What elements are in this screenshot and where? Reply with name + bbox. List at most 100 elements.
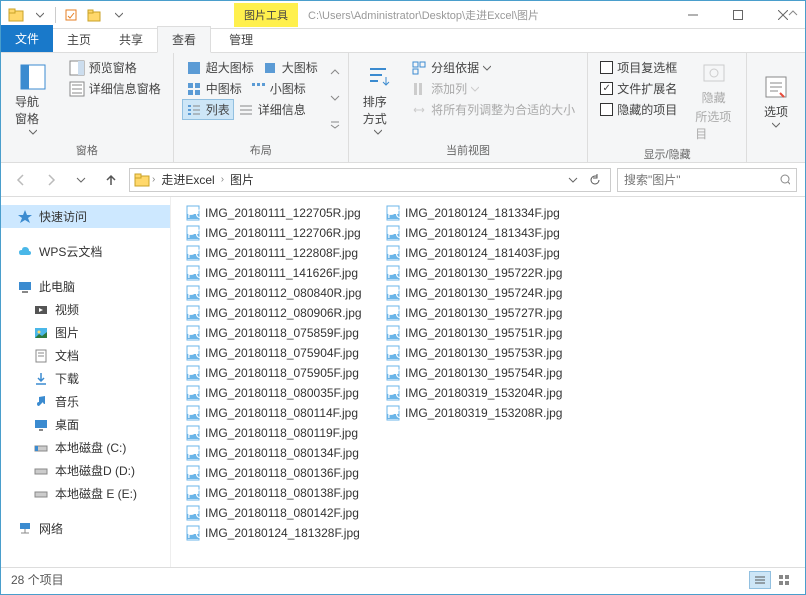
file-item[interactable]: JPGIMG_20180111_122706R.jpg — [181, 223, 381, 243]
file-list-pane[interactable]: JPGIMG_20180111_122705R.jpgJPGIMG_201801… — [171, 197, 805, 567]
file-item[interactable]: JPGIMG_20180118_080134F.jpg — [181, 443, 381, 463]
file-item[interactable]: JPGIMG_20180118_080136F.jpg — [181, 463, 381, 483]
details-view-button[interactable]: 详细信息 — [234, 99, 310, 120]
group-by-button[interactable]: 分组依据 — [407, 57, 579, 78]
svg-text:JPG: JPG — [385, 367, 401, 381]
nav-videos[interactable]: 视频 — [1, 298, 170, 321]
qat-dropdown-icon[interactable] — [29, 4, 51, 26]
file-item[interactable]: JPGIMG_20180130_195722R.jpg — [381, 263, 581, 283]
file-item[interactable]: JPGIMG_20180118_075859F.jpg — [181, 323, 381, 343]
tab-home[interactable]: 主页 — [53, 27, 105, 52]
file-item[interactable]: JPGIMG_20180124_181328F.jpg — [181, 523, 381, 543]
file-item[interactable]: JPGIMG_20180118_075904F.jpg — [181, 343, 381, 363]
file-item[interactable]: JPGIMG_20180130_195754R.jpg — [381, 363, 581, 383]
jpg-file-icon: JPG — [185, 305, 201, 321]
file-item[interactable]: JPGIMG_20180130_195753R.jpg — [381, 343, 581, 363]
file-item[interactable]: JPGIMG_20180319_153208R.jpg — [381, 403, 581, 423]
maximize-button[interactable] — [715, 1, 760, 29]
breadcrumb-segment[interactable]: 走进Excel — [157, 169, 218, 190]
nav-music[interactable]: 音乐 — [1, 390, 170, 413]
view-mode-buttons — [749, 571, 795, 589]
file-item[interactable]: JPGIMG_20180118_075905F.jpg — [181, 363, 381, 383]
file-name-label: IMG_20180130_195722R.jpg — [405, 266, 562, 280]
search-input[interactable] — [624, 173, 779, 187]
jpg-file-icon: JPG — [385, 325, 401, 341]
extra-large-icons-button[interactable]: 超大图标 — [182, 57, 258, 78]
nav-downloads[interactable]: 下载 — [1, 367, 170, 390]
nav-desktop[interactable]: 桌面 — [1, 413, 170, 436]
nav-network[interactable]: 网络 — [1, 517, 170, 540]
breadcrumb-dropdown-icon[interactable] — [564, 173, 582, 187]
large-icons-button[interactable]: 大图标 — [258, 57, 322, 78]
file-extensions-toggle[interactable]: ✓文件扩展名 — [596, 78, 681, 99]
ribbon-collapse-icon[interactable] — [787, 7, 799, 19]
file-item[interactable]: JPGIMG_20180112_080840R.jpg — [181, 283, 381, 303]
folder-icon[interactable] — [5, 4, 27, 26]
file-item[interactable]: JPGIMG_20180130_195751R.jpg — [381, 323, 581, 343]
options-button[interactable]: 选项 — [755, 57, 797, 144]
scroll-down-icon[interactable] — [330, 94, 340, 102]
drive-icon — [33, 486, 49, 502]
file-item[interactable]: JPGIMG_20180118_080035F.jpg — [181, 383, 381, 403]
thumbnails-view-toggle[interactable] — [773, 571, 795, 589]
medium-icons-button[interactable]: 中图标 — [182, 78, 246, 99]
file-item[interactable]: JPGIMG_20180130_195724R.jpg — [381, 283, 581, 303]
file-item[interactable]: JPGIMG_20180118_080142F.jpg — [181, 503, 381, 523]
nav-drive-c[interactable]: 本地磁盘 (C:) — [1, 436, 170, 459]
tab-file[interactable]: 文件 — [1, 25, 53, 52]
file-item[interactable]: JPGIMG_20180130_195727R.jpg — [381, 303, 581, 323]
file-item[interactable]: JPGIMG_20180111_141626F.jpg — [181, 263, 381, 283]
recent-locations-button[interactable] — [69, 168, 93, 192]
details-pane-button[interactable]: 详细信息窗格 — [65, 78, 165, 99]
expand-icon[interactable] — [330, 121, 340, 129]
details-view-toggle[interactable] — [749, 571, 771, 589]
scroll-up-icon[interactable] — [330, 68, 340, 76]
item-checkboxes-toggle[interactable]: 项目复选框 — [596, 57, 681, 78]
hidden-items-toggle[interactable]: 隐藏的项目 — [596, 99, 681, 120]
file-item[interactable]: JPGIMG_20180124_181403F.jpg — [381, 243, 581, 263]
tab-share[interactable]: 共享 — [105, 27, 157, 52]
file-name-label: IMG_20180319_153208R.jpg — [405, 406, 562, 420]
file-item[interactable]: JPGIMG_20180118_080138F.jpg — [181, 483, 381, 503]
chevron-right-icon[interactable]: › — [221, 174, 224, 185]
up-button[interactable] — [99, 168, 123, 192]
list-view-button[interactable]: 列表 — [182, 99, 234, 120]
nav-drive-d[interactable]: 本地磁盘D (D:) — [1, 459, 170, 482]
refresh-button[interactable] — [584, 171, 606, 189]
add-columns-button: 添加列 — [407, 78, 579, 99]
file-item[interactable]: JPGIMG_20180111_122705R.jpg — [181, 203, 381, 223]
new-folder-icon[interactable] — [84, 4, 106, 26]
file-item[interactable]: JPGIMG_20180118_080119F.jpg — [181, 423, 381, 443]
search-box[interactable] — [617, 168, 797, 192]
svg-text:JPG: JPG — [185, 427, 201, 441]
nav-quick-access[interactable]: 快速访问 — [1, 205, 170, 228]
back-button[interactable] — [9, 168, 33, 192]
qat-customize-icon[interactable] — [108, 4, 130, 26]
file-item[interactable]: JPGIMG_20180319_153204R.jpg — [381, 383, 581, 403]
file-item[interactable]: JPGIMG_20180111_122808F.jpg — [181, 243, 381, 263]
properties-icon[interactable] — [60, 4, 82, 26]
nav-documents[interactable]: 文档 — [1, 344, 170, 367]
size-columns-button: 将所有列调整为合适的大小 — [407, 99, 579, 120]
minimize-button[interactable] — [670, 1, 715, 29]
tab-manage[interactable]: 管理 — [215, 27, 267, 52]
chevron-right-icon[interactable]: › — [152, 174, 155, 185]
nav-this-pc[interactable]: 此电脑 — [1, 275, 170, 298]
breadcrumb[interactable]: › 走进Excel › 图片 — [129, 168, 611, 192]
nav-drive-e[interactable]: 本地磁盘 E (E:) — [1, 482, 170, 505]
svg-text:JPG: JPG — [185, 527, 201, 541]
tab-view[interactable]: 查看 — [157, 26, 211, 53]
breadcrumb-segment[interactable]: 图片 — [226, 169, 258, 190]
file-item[interactable]: JPGIMG_20180112_080906R.jpg — [181, 303, 381, 323]
small-icons-button[interactable]: 小图标 — [246, 78, 310, 99]
svg-text:JPG: JPG — [185, 247, 201, 261]
nav-wps-cloud[interactable]: WPS云文档 — [1, 240, 170, 263]
nav-pictures[interactable]: 图片 — [1, 321, 170, 344]
sort-by-button[interactable]: 排序方式 — [357, 57, 399, 140]
navigation-pane-button[interactable]: 导航窗格 — [9, 57, 57, 140]
file-item[interactable]: JPGIMG_20180124_181343F.jpg — [381, 223, 581, 243]
preview-pane-button[interactable]: 预览窗格 — [65, 57, 165, 78]
forward-button[interactable] — [39, 168, 63, 192]
file-item[interactable]: JPGIMG_20180118_080114F.jpg — [181, 403, 381, 423]
file-item[interactable]: JPGIMG_20180124_181334F.jpg — [381, 203, 581, 223]
